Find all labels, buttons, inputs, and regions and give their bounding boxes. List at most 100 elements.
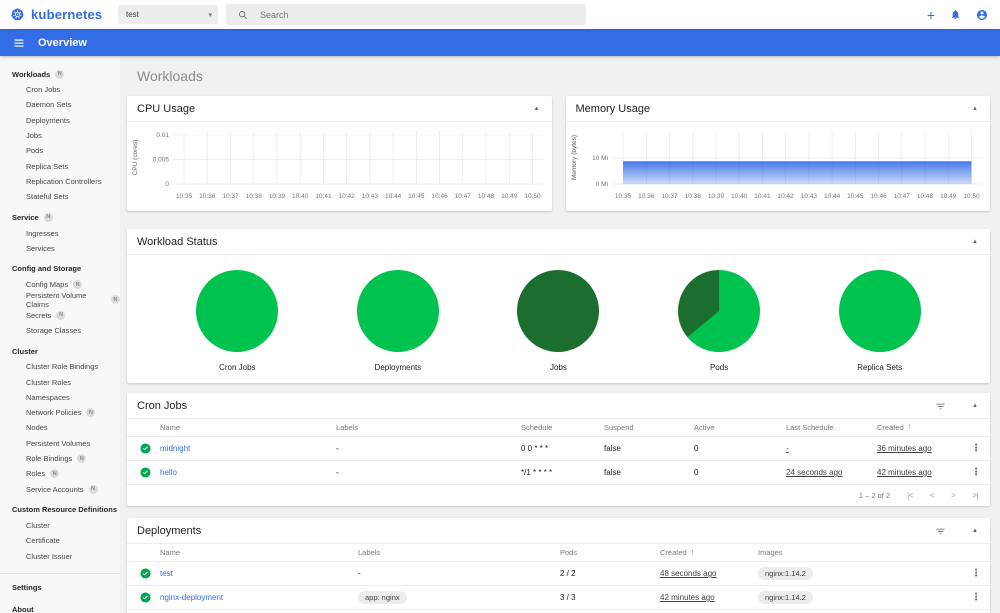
resource-link[interactable]: midnight: [160, 444, 190, 453]
table-row: midnight - 0 0 * * * false 0 - 36 minutes ago ⋮: [127, 437, 990, 461]
previous-page-button[interactable]: <: [930, 491, 935, 500]
brand-name: kubernetes: [31, 7, 103, 22]
relative-time-link[interactable]: 42 minutes ago: [660, 593, 715, 602]
column-header-label: Schedule: [521, 423, 553, 432]
sidebar-item-cluster[interactable]: Cluster: [0, 518, 120, 533]
sidebar-item-service[interactable]: Service N: [0, 209, 120, 225]
svg-text:10:43: 10:43: [362, 193, 379, 200]
sidebar-item-replica-sets[interactable]: Replica Sets: [0, 158, 120, 173]
menu-button[interactable]: [13, 37, 25, 49]
sidebar-item-config-and-storage[interactable]: Config and Storage: [0, 261, 120, 277]
row-menu-button[interactable]: ⋮: [966, 443, 986, 454]
sidebar-item-jobs[interactable]: Jobs: [0, 128, 120, 143]
sidebar-item-service-accounts[interactable]: Service Accounts N: [0, 482, 120, 497]
column-header-images[interactable]: Images: [758, 548, 966, 557]
sidebar-item-settings[interactable]: Settings: [0, 580, 120, 596]
row-menu-button[interactable]: ⋮: [966, 467, 986, 478]
sidebar-item-custom-resource-definitions[interactable]: Custom Resource Definitions: [0, 502, 120, 518]
first-page-button[interactable]: |<: [907, 491, 913, 500]
relative-time-link[interactable]: 24 seconds ago: [786, 468, 843, 477]
cell-images: nginx:1.14.2: [758, 591, 966, 604]
column-header-suspend[interactable]: Suspend: [604, 423, 694, 432]
table-row: nginx-deployment app: nginx 3 / 3 42 minute…: [127, 586, 990, 610]
column-header-label: Name: [160, 548, 181, 557]
last-page-button[interactable]: >|: [972, 491, 978, 500]
svg-text:0: 0: [165, 181, 169, 188]
account-button[interactable]: [976, 9, 988, 21]
sidebar-item-cluster[interactable]: Cluster: [0, 343, 120, 359]
sidebar-item-secrets[interactable]: Secrets N: [0, 308, 120, 323]
sidebar-item-replication-controllers[interactable]: Replication Controllers: [0, 174, 120, 189]
sidebar-item-ingresses[interactable]: Ingresses: [0, 225, 120, 240]
sidebar-item-cluster-issuer[interactable]: Cluster Issuer: [0, 548, 120, 563]
header-actions: +: [927, 8, 988, 22]
chevron-down-icon: ▾: [208, 11, 212, 19]
resource-link[interactable]: hello: [160, 468, 177, 477]
svg-text:10:36: 10:36: [638, 193, 655, 200]
sidebar-item-namespaces[interactable]: Namespaces: [0, 390, 120, 405]
collapse-icon[interactable]: ▲: [970, 237, 980, 247]
kubernetes-logo[interactable]: kubernetes: [10, 7, 118, 22]
relative-time-link[interactable]: 42 minutes ago: [877, 468, 932, 477]
row-menu-button[interactable]: ⋮: [966, 592, 986, 603]
sidebar-item-cron-jobs[interactable]: Cron Jobs: [0, 82, 120, 97]
namespace-selector[interactable]: test ▾: [118, 5, 218, 24]
sidebar-item-cluster-roles[interactable]: Cluster Roles: [0, 374, 120, 389]
sidebar-item-persistent-volumes[interactable]: Persistent Volumes: [0, 436, 120, 451]
bell-icon: [951, 10, 960, 20]
filter-button[interactable]: [935, 526, 946, 537]
filter-button[interactable]: [935, 401, 946, 412]
resource-link[interactable]: test: [160, 569, 173, 578]
sidebar-item-nodes[interactable]: Nodes: [0, 420, 120, 435]
sidebar-item-services[interactable]: Services: [0, 241, 120, 256]
column-header-schedule[interactable]: Schedule: [521, 423, 604, 432]
cell-schedule: 0 0 * * *: [521, 444, 604, 453]
pods-value: 3 / 3: [560, 593, 576, 602]
sidebar-item-pods[interactable]: Pods: [0, 143, 120, 158]
collapse-icon[interactable]: ▲: [970, 526, 980, 536]
sidebar-item-stateful-sets[interactable]: Stateful Sets: [0, 189, 120, 204]
sidebar-item-persistent-volume-claims[interactable]: Persistent Volume Claims N: [0, 291, 120, 309]
svg-text:10:36: 10:36: [199, 193, 216, 200]
sidebar-item-daemon-sets[interactable]: Daemon Sets: [0, 97, 120, 112]
svg-text:10:46: 10:46: [870, 193, 887, 200]
next-page-button[interactable]: >: [951, 491, 956, 500]
resource-link[interactable]: nginx-deployment: [160, 593, 223, 602]
sidebar-item-roles[interactable]: Roles N: [0, 466, 120, 481]
sidebar-item-certificate[interactable]: Certificate: [0, 533, 120, 548]
notifications-button[interactable]: [950, 9, 961, 20]
column-header-active[interactable]: Active: [694, 423, 786, 432]
sidebar-item-about[interactable]: About: [0, 602, 120, 613]
cell-menu: ⋮: [966, 592, 990, 603]
sidebar-item-cluster-role-bindings[interactable]: Cluster Role Bindings: [0, 359, 120, 374]
pie-chart: [356, 270, 439, 352]
sidebar-item-deployments[interactable]: Deployments: [0, 113, 120, 128]
column-header-pods[interactable]: Pods: [560, 548, 660, 557]
sidebar-item-label: Cluster: [12, 346, 38, 356]
relative-time-link[interactable]: 36 minutes ago: [877, 444, 932, 453]
column-header-last-schedule[interactable]: Last Schedule: [786, 423, 877, 432]
svg-text:10:46: 10:46: [431, 193, 448, 200]
column-header-name[interactable]: Name: [160, 423, 336, 432]
column-header-labels[interactable]: Labels: [358, 548, 560, 557]
card-title: Deployments: [137, 525, 202, 537]
relative-time-link[interactable]: 48 seconds ago: [660, 569, 717, 578]
collapse-icon[interactable]: ▲: [970, 401, 980, 411]
row-menu-button[interactable]: ⋮: [966, 568, 986, 579]
sidebar-item-role-bindings[interactable]: Role Bindings N: [0, 451, 120, 466]
collapse-icon[interactable]: ▲: [532, 104, 542, 114]
column-header-created[interactable]: Created ↑: [877, 423, 966, 432]
column-header-labels[interactable]: Labels: [336, 423, 521, 432]
search-bar[interactable]: [226, 4, 586, 25]
sidebar-item-label: Namespaces: [26, 392, 70, 402]
sidebar-item-workloads[interactable]: Workloads N: [0, 66, 120, 82]
create-resource-button[interactable]: +: [927, 8, 935, 22]
card-header: Workload Status ▲: [127, 229, 990, 255]
search-input[interactable]: [258, 8, 542, 21]
sidebar-item-network-policies[interactable]: Network Policies N: [0, 405, 120, 420]
relative-time-link[interactable]: -: [786, 444, 789, 453]
column-header-created[interactable]: Created ↑: [660, 548, 758, 557]
collapse-icon[interactable]: ▲: [970, 104, 980, 114]
sidebar-item-storage-classes[interactable]: Storage Classes: [0, 323, 120, 338]
column-header-name[interactable]: Name: [160, 548, 358, 557]
